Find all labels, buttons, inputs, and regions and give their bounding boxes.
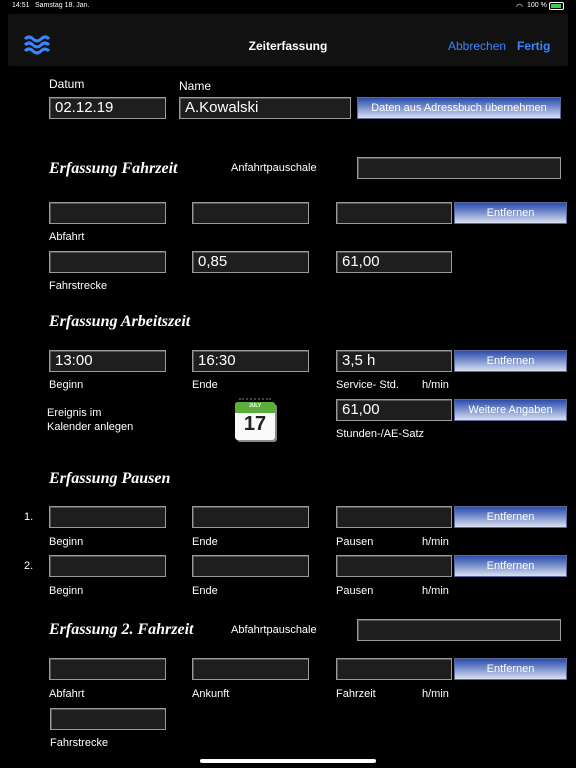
hourly-rate-field[interactable]: 61,00 [336, 399, 452, 421]
breaks-section-title: Erfassung Pausen [49, 470, 171, 487]
calendar-icon[interactable]: JULY 17 [235, 398, 277, 442]
distance-field[interactable] [49, 251, 166, 273]
travel2-remove-button[interactable]: Entfernen [454, 658, 567, 680]
travel2-arrival-field[interactable] [192, 658, 309, 680]
service-hours-field[interactable]: 3,5 h [336, 350, 452, 372]
return-flat-rate-label: Abfahrtpauschale [231, 624, 317, 636]
travel2-unit-label: h/min [422, 688, 449, 700]
more-details-button[interactable]: Weitere Angaben [454, 399, 567, 421]
work-end-field[interactable]: 16:30 [192, 350, 309, 372]
departure-label: Abfahrt [49, 231, 85, 243]
calendar-day: 17 [243, 413, 267, 435]
flat-rate-label: Anfahrtpauschale [231, 162, 317, 174]
done-button[interactable]: Fertig [517, 39, 550, 53]
travel2-duration-field[interactable] [336, 658, 452, 680]
break-2-start-field[interactable] [49, 555, 166, 577]
break-index-1: 1. [24, 511, 34, 523]
datum-label: Datum [49, 77, 85, 91]
break-2-end-field[interactable] [192, 555, 309, 577]
distance-rate-field[interactable]: 0,85 [192, 251, 309, 273]
break-1-start-label: Beginn [49, 536, 84, 548]
travel2-distance-field[interactable] [50, 708, 166, 730]
battery-percent: 100 % [527, 2, 547, 9]
work-start-field[interactable]: 13:00 [49, 350, 166, 372]
calendar-event-label-1: Ereignis im [47, 407, 102, 419]
break-2-remove-button[interactable]: Entfernen [454, 555, 567, 577]
break-1-duration-label: Pausen [336, 536, 374, 548]
break-2-start-label: Beginn [49, 585, 84, 597]
wifi-icon: ◠ [516, 2, 523, 11]
work-remove-button[interactable]: Entfernen [454, 350, 567, 372]
status-time: 14:51 [12, 2, 30, 9]
break-index-2: 2. [24, 560, 34, 572]
travel-remove-button[interactable]: Entfernen [454, 202, 567, 224]
name-field[interactable]: A.Kowalski [179, 97, 351, 119]
break-2-unit-label: h/min [422, 585, 449, 597]
distance-label: Fahrstrecke [49, 280, 108, 292]
break-1-end-field[interactable] [192, 506, 309, 528]
travel-field-1[interactable] [49, 202, 166, 224]
calendar-event-label-2: Kalender anlegen [47, 421, 134, 433]
travel-field-2[interactable] [192, 202, 309, 224]
cancel-button[interactable]: Abbrechen [448, 39, 506, 53]
break-1-unit-label: h/min [422, 536, 449, 548]
hourly-rate-label: Stunden-/AE-Satz [336, 428, 425, 440]
travel2-departure-field[interactable] [49, 658, 166, 680]
import-address-book-button[interactable]: Daten aus Adressbuch übernehmen [357, 97, 561, 119]
status-date: Samstag 18. Jan. [35, 2, 90, 9]
break-1-remove-button[interactable]: Entfernen [454, 506, 567, 528]
service-hours-label: Service- Std. [336, 379, 399, 391]
break-1-duration-field[interactable] [336, 506, 452, 528]
work-section-title: Erfassung Arbeitszeit [49, 313, 191, 330]
travel2-departure-label: Abfahrt [49, 688, 85, 700]
work-end-label: Ende [192, 379, 218, 391]
datum-field[interactable]: 02.12.19 [49, 97, 166, 119]
battery-icon [549, 2, 564, 10]
travel2-distance-label: Fahrstrecke [50, 737, 109, 749]
break-2-duration-field[interactable] [336, 555, 452, 577]
travel2-section-title: Erfassung 2. Fahrzeit [49, 621, 194, 638]
flat-rate-field[interactable] [357, 157, 561, 179]
break-2-end-label: Ende [192, 585, 218, 597]
break-2-duration-label: Pausen [336, 585, 374, 597]
name-label: Name [179, 79, 212, 93]
work-start-label: Beginn [49, 379, 84, 391]
distance-amount-field[interactable]: 61,00 [336, 251, 452, 273]
travel-field-3[interactable] [336, 202, 452, 224]
break-1-end-label: Ende [192, 536, 218, 548]
break-1-start-field[interactable] [49, 506, 166, 528]
service-unit-label: h/min [422, 379, 449, 391]
travel-section-title: Erfassung Fahrzeit [49, 160, 178, 177]
travel2-duration-label: Fahrzeit [336, 688, 376, 700]
return-flat-rate-field[interactable] [357, 619, 561, 641]
home-indicator[interactable] [200, 759, 376, 763]
travel2-arrival-label: Ankunft [192, 688, 230, 700]
